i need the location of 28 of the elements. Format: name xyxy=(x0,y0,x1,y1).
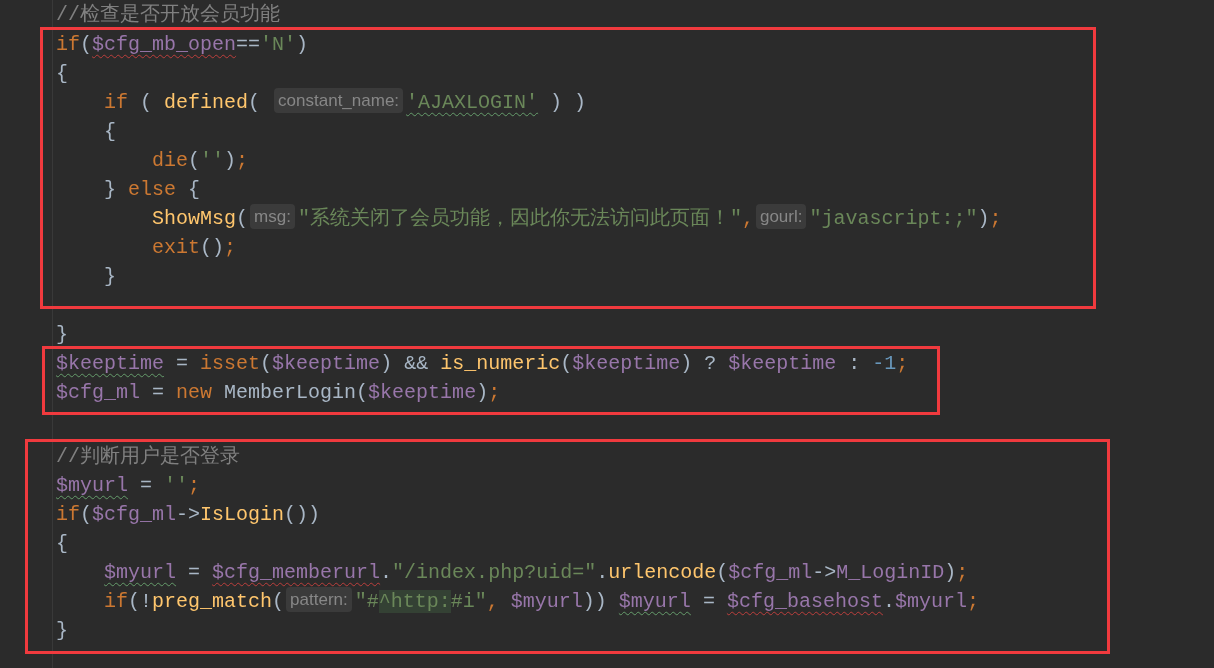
code-text: die(''); xyxy=(151,149,249,172)
code-text: } else { xyxy=(103,178,201,201)
code-comment: //检查是否开放会员功能 xyxy=(56,3,280,26)
code-text: } xyxy=(103,265,117,288)
code-text: "javascript:;"); xyxy=(809,207,1002,230)
code-text: } xyxy=(56,619,68,642)
code-text: if($cfg_mb_open=='N') xyxy=(56,33,309,56)
code-text: if(!preg_match( xyxy=(103,590,285,613)
code-text: $keeptime = isset($keeptime) && is_numeric($keeptime) ? $keeptime : -1; xyxy=(56,352,909,375)
code-text: $cfg_ml = new MemberLogin($keeptime); xyxy=(56,381,501,404)
parameter-hint: constant_name: xyxy=(274,88,404,114)
code-text: $myurl = $cfg_memberurl."/index.php?uid=".urlencode($cfg_ml->M_LoginID); xyxy=(103,561,969,584)
code-text: "#^http:#i", $myurl)) $myurl = $cfg_basehost.$myurl; xyxy=(354,590,979,613)
parameter-hint: gourl: xyxy=(755,204,807,230)
code-text: $myurl = ''; xyxy=(56,474,201,497)
code-text: if($cfg_ml->IsLogin()) xyxy=(56,503,321,526)
code-text: ShowMsg( xyxy=(151,207,249,230)
parameter-hint: msg: xyxy=(250,204,295,230)
code-text: if ( defined( xyxy=(103,91,262,114)
code-text: { xyxy=(103,120,117,143)
code-text: { xyxy=(56,532,68,555)
parameter-hint: pattern: xyxy=(286,587,352,613)
code-text: "系统关闭了会员功能，因此你无法访问此页面！", xyxy=(297,207,754,230)
code-text: { xyxy=(56,62,68,85)
code-text: exit(); xyxy=(151,236,237,259)
code-comment: //判断用户是否登录 xyxy=(56,445,240,468)
code-text: } xyxy=(56,323,68,346)
code-text: 'AJAXLOGIN' ) ) xyxy=(406,91,587,114)
